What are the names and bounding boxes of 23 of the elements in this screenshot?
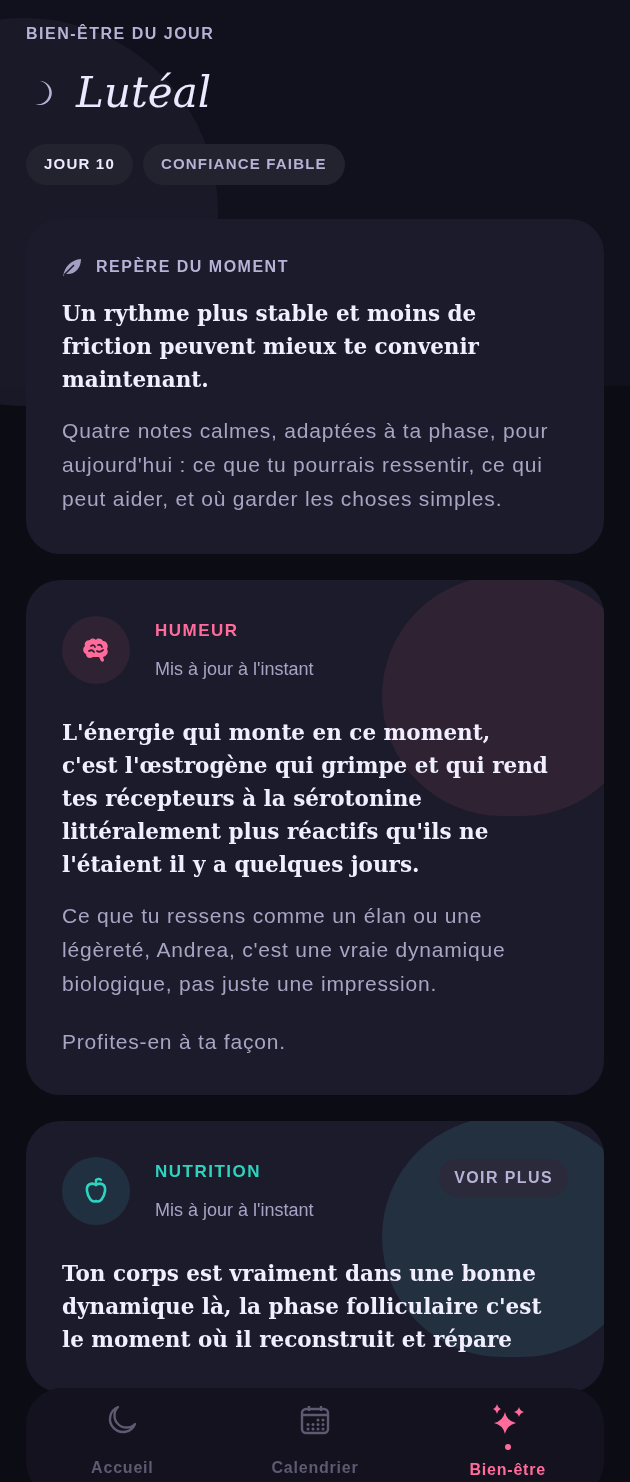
card-paragraph: Profites-en à ta façon.: [62, 1029, 287, 1055]
brain-icon: [82, 637, 110, 663]
card-label: HUMEUR: [155, 620, 239, 642]
update-time: Mis à jour à l'instant: [155, 657, 314, 681]
card-paragraph: Ce que tu ressens comme un élan ou une légèreté, Andrea, c'est une vraie dynamique biologique, pas juste une impression.: [62, 903, 507, 997]
card-headline: Ton corps est vraiment dans une bonne dynamique là, la phase folliculaire c'est le moment où il reconstruit et répare: [62, 1260, 543, 1354]
phase-title: Lutéal: [76, 72, 212, 114]
see-more-button[interactable]: VOIR PLUS: [439, 1159, 568, 1197]
card-label: REPÈRE DU MOMENT: [96, 256, 289, 277]
crescent-moon-icon: [34, 80, 54, 106]
moon-icon: [106, 1404, 139, 1436]
update-time: Mis à jour à l'instant: [155, 1198, 314, 1222]
leaf-icon: [62, 257, 82, 277]
card-paragraph: Quatre notes calmes, adaptées à ta phase, pour aujourd'hui : ce que tu pourrais ressentir, ce qui peut aider, et où garder les choses simples.: [62, 418, 550, 512]
apple-icon: [84, 1177, 108, 1205]
calendar-icon: [299, 1404, 331, 1436]
card-label: NUTRITION: [155, 1161, 262, 1183]
confidence-badge: CONFIANCE FAIBLE: [142, 144, 345, 185]
card-headline: Un rythme plus stable et moins de friction peuvent mieux te convenir maintenant.: [62, 300, 480, 394]
nav-tab[interactable]: Bien-être: [411, 1404, 604, 1482]
section-label: BIEN-ÊTRE DU JOUR: [26, 23, 215, 44]
day-badge: JOUR 10: [26, 144, 133, 185]
card-headline: L'énergie qui monte en ce moment, c'est l'œstrogène qui grimpe et qui rend tes récepteurs à la sérotonine littéralement plus réactifs qu'ils ne l'étaient il y a quelques jours.: [62, 719, 548, 879]
